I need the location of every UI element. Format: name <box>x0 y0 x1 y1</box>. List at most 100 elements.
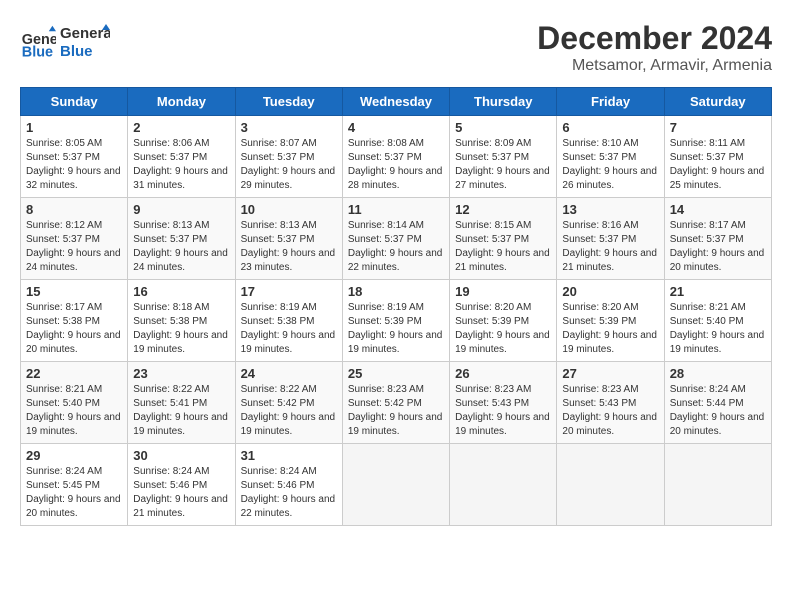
calendar-day-14: 14 Sunrise: 8:17 AM Sunset: 5:37 PM Dayl… <box>664 198 771 280</box>
sunrise-label: Sunrise: 8:13 AM <box>241 220 317 231</box>
day-number: 21 <box>670 284 766 299</box>
sunset-label: Sunset: 5:37 PM <box>670 152 744 163</box>
day-number: 24 <box>241 366 337 381</box>
calendar-day-27: 27 Sunrise: 8:23 AM Sunset: 5:43 PM Dayl… <box>557 362 664 444</box>
daylight-label: Daylight: 9 hours and 20 minutes. <box>670 412 765 437</box>
day-number: 22 <box>26 366 122 381</box>
sunrise-label: Sunrise: 8:24 AM <box>670 384 746 395</box>
sunset-label: Sunset: 5:42 PM <box>348 398 422 409</box>
day-info: Sunrise: 8:17 AM Sunset: 5:38 PM Dayligh… <box>26 301 122 357</box>
daylight-label: Daylight: 9 hours and 19 minutes. <box>26 412 121 437</box>
day-number: 17 <box>241 284 337 299</box>
sunset-label: Sunset: 5:46 PM <box>133 480 207 491</box>
day-info: Sunrise: 8:15 AM Sunset: 5:37 PM Dayligh… <box>455 219 551 275</box>
month-title: December 2024 <box>537 20 772 57</box>
day-info: Sunrise: 8:05 AM Sunset: 5:37 PM Dayligh… <box>26 137 122 193</box>
sunrise-label: Sunrise: 8:11 AM <box>670 138 745 149</box>
day-number: 18 <box>348 284 444 299</box>
sunrise-label: Sunrise: 8:05 AM <box>26 138 102 149</box>
day-info: Sunrise: 8:18 AM Sunset: 5:38 PM Dayligh… <box>133 301 229 357</box>
sunset-label: Sunset: 5:37 PM <box>455 234 529 245</box>
sunrise-label: Sunrise: 8:08 AM <box>348 138 424 149</box>
day-info: Sunrise: 8:23 AM Sunset: 5:43 PM Dayligh… <box>562 383 658 439</box>
sunset-label: Sunset: 5:37 PM <box>348 234 422 245</box>
sunset-label: Sunset: 5:37 PM <box>562 152 636 163</box>
daylight-label: Daylight: 9 hours and 20 minutes. <box>26 494 121 519</box>
empty-cell <box>557 444 664 526</box>
day-number: 5 <box>455 120 551 135</box>
calendar-day-29: 29 Sunrise: 8:24 AM Sunset: 5:45 PM Dayl… <box>21 444 128 526</box>
day-number: 11 <box>348 202 444 217</box>
daylight-label: Daylight: 9 hours and 19 minutes. <box>241 412 336 437</box>
sunset-label: Sunset: 5:38 PM <box>26 316 100 327</box>
daylight-label: Daylight: 9 hours and 22 minutes. <box>348 248 443 273</box>
calendar-day-24: 24 Sunrise: 8:22 AM Sunset: 5:42 PM Dayl… <box>235 362 342 444</box>
day-info: Sunrise: 8:06 AM Sunset: 5:37 PM Dayligh… <box>133 137 229 193</box>
calendar-week-5: 29 Sunrise: 8:24 AM Sunset: 5:45 PM Dayl… <box>21 444 772 526</box>
sunset-label: Sunset: 5:44 PM <box>670 398 744 409</box>
day-number: 26 <box>455 366 551 381</box>
sunset-label: Sunset: 5:41 PM <box>133 398 207 409</box>
sunset-label: Sunset: 5:37 PM <box>455 152 529 163</box>
day-info: Sunrise: 8:21 AM Sunset: 5:40 PM Dayligh… <box>670 301 766 357</box>
sunrise-label: Sunrise: 8:19 AM <box>348 302 424 313</box>
daylight-label: Daylight: 9 hours and 28 minutes. <box>348 166 443 191</box>
day-header-wednesday: Wednesday <box>342 88 449 116</box>
calendar-week-3: 15 Sunrise: 8:17 AM Sunset: 5:38 PM Dayl… <box>21 280 772 362</box>
day-number: 14 <box>670 202 766 217</box>
day-info: Sunrise: 8:16 AM Sunset: 5:37 PM Dayligh… <box>562 219 658 275</box>
calendar-day-30: 30 Sunrise: 8:24 AM Sunset: 5:46 PM Dayl… <box>128 444 235 526</box>
sunset-label: Sunset: 5:37 PM <box>133 152 207 163</box>
sunset-label: Sunset: 5:38 PM <box>133 316 207 327</box>
day-number: 2 <box>133 120 229 135</box>
calendar-day-19: 19 Sunrise: 8:20 AM Sunset: 5:39 PM Dayl… <box>450 280 557 362</box>
title-area: December 2024 Metsamor, Armavir, Armenia <box>537 20 772 75</box>
daylight-label: Daylight: 9 hours and 19 minutes. <box>241 330 336 355</box>
sunrise-label: Sunrise: 8:09 AM <box>455 138 531 149</box>
day-info: Sunrise: 8:23 AM Sunset: 5:42 PM Dayligh… <box>348 383 444 439</box>
day-header-monday: Monday <box>128 88 235 116</box>
day-info: Sunrise: 8:21 AM Sunset: 5:40 PM Dayligh… <box>26 383 122 439</box>
svg-text:Blue: Blue <box>60 43 93 60</box>
day-info: Sunrise: 8:20 AM Sunset: 5:39 PM Dayligh… <box>455 301 551 357</box>
sunset-label: Sunset: 5:45 PM <box>26 480 100 491</box>
sunset-label: Sunset: 5:40 PM <box>26 398 100 409</box>
sunrise-label: Sunrise: 8:07 AM <box>241 138 317 149</box>
sunset-label: Sunset: 5:43 PM <box>455 398 529 409</box>
sunrise-label: Sunrise: 8:17 AM <box>670 220 746 231</box>
calendar-day-11: 11 Sunrise: 8:14 AM Sunset: 5:37 PM Dayl… <box>342 198 449 280</box>
day-number: 10 <box>241 202 337 217</box>
calendar-table: SundayMondayTuesdayWednesdayThursdayFrid… <box>20 87 772 526</box>
day-header-thursday: Thursday <box>450 88 557 116</box>
logo-icon: General Blue <box>20 24 56 60</box>
daylight-label: Daylight: 9 hours and 20 minutes. <box>26 330 121 355</box>
sunrise-label: Sunrise: 8:18 AM <box>133 302 209 313</box>
calendar-day-8: 8 Sunrise: 8:12 AM Sunset: 5:37 PM Dayli… <box>21 198 128 280</box>
daylight-label: Daylight: 9 hours and 25 minutes. <box>670 166 765 191</box>
calendar-day-17: 17 Sunrise: 8:19 AM Sunset: 5:38 PM Dayl… <box>235 280 342 362</box>
daylight-label: Daylight: 9 hours and 29 minutes. <box>241 166 336 191</box>
sunrise-label: Sunrise: 8:06 AM <box>133 138 209 149</box>
sunrise-label: Sunrise: 8:24 AM <box>133 466 209 477</box>
calendar-day-26: 26 Sunrise: 8:23 AM Sunset: 5:43 PM Dayl… <box>450 362 557 444</box>
daylight-label: Daylight: 9 hours and 23 minutes. <box>241 248 336 273</box>
sunrise-label: Sunrise: 8:12 AM <box>26 220 102 231</box>
day-header-sunday: Sunday <box>21 88 128 116</box>
empty-cell <box>450 444 557 526</box>
calendar-day-23: 23 Sunrise: 8:22 AM Sunset: 5:41 PM Dayl… <box>128 362 235 444</box>
daylight-label: Daylight: 9 hours and 19 minutes. <box>670 330 765 355</box>
day-number: 1 <box>26 120 122 135</box>
sunrise-label: Sunrise: 8:17 AM <box>26 302 102 313</box>
day-info: Sunrise: 8:13 AM Sunset: 5:37 PM Dayligh… <box>133 219 229 275</box>
daylight-label: Daylight: 9 hours and 19 minutes. <box>562 330 657 355</box>
day-info: Sunrise: 8:23 AM Sunset: 5:43 PM Dayligh… <box>455 383 551 439</box>
day-info: Sunrise: 8:22 AM Sunset: 5:41 PM Dayligh… <box>133 383 229 439</box>
day-info: Sunrise: 8:13 AM Sunset: 5:37 PM Dayligh… <box>241 219 337 275</box>
sunset-label: Sunset: 5:42 PM <box>241 398 315 409</box>
day-number: 3 <box>241 120 337 135</box>
day-info: Sunrise: 8:20 AM Sunset: 5:39 PM Dayligh… <box>562 301 658 357</box>
day-number: 15 <box>26 284 122 299</box>
sunrise-label: Sunrise: 8:23 AM <box>348 384 424 395</box>
daylight-label: Daylight: 9 hours and 21 minutes. <box>562 248 657 273</box>
sunset-label: Sunset: 5:37 PM <box>348 152 422 163</box>
